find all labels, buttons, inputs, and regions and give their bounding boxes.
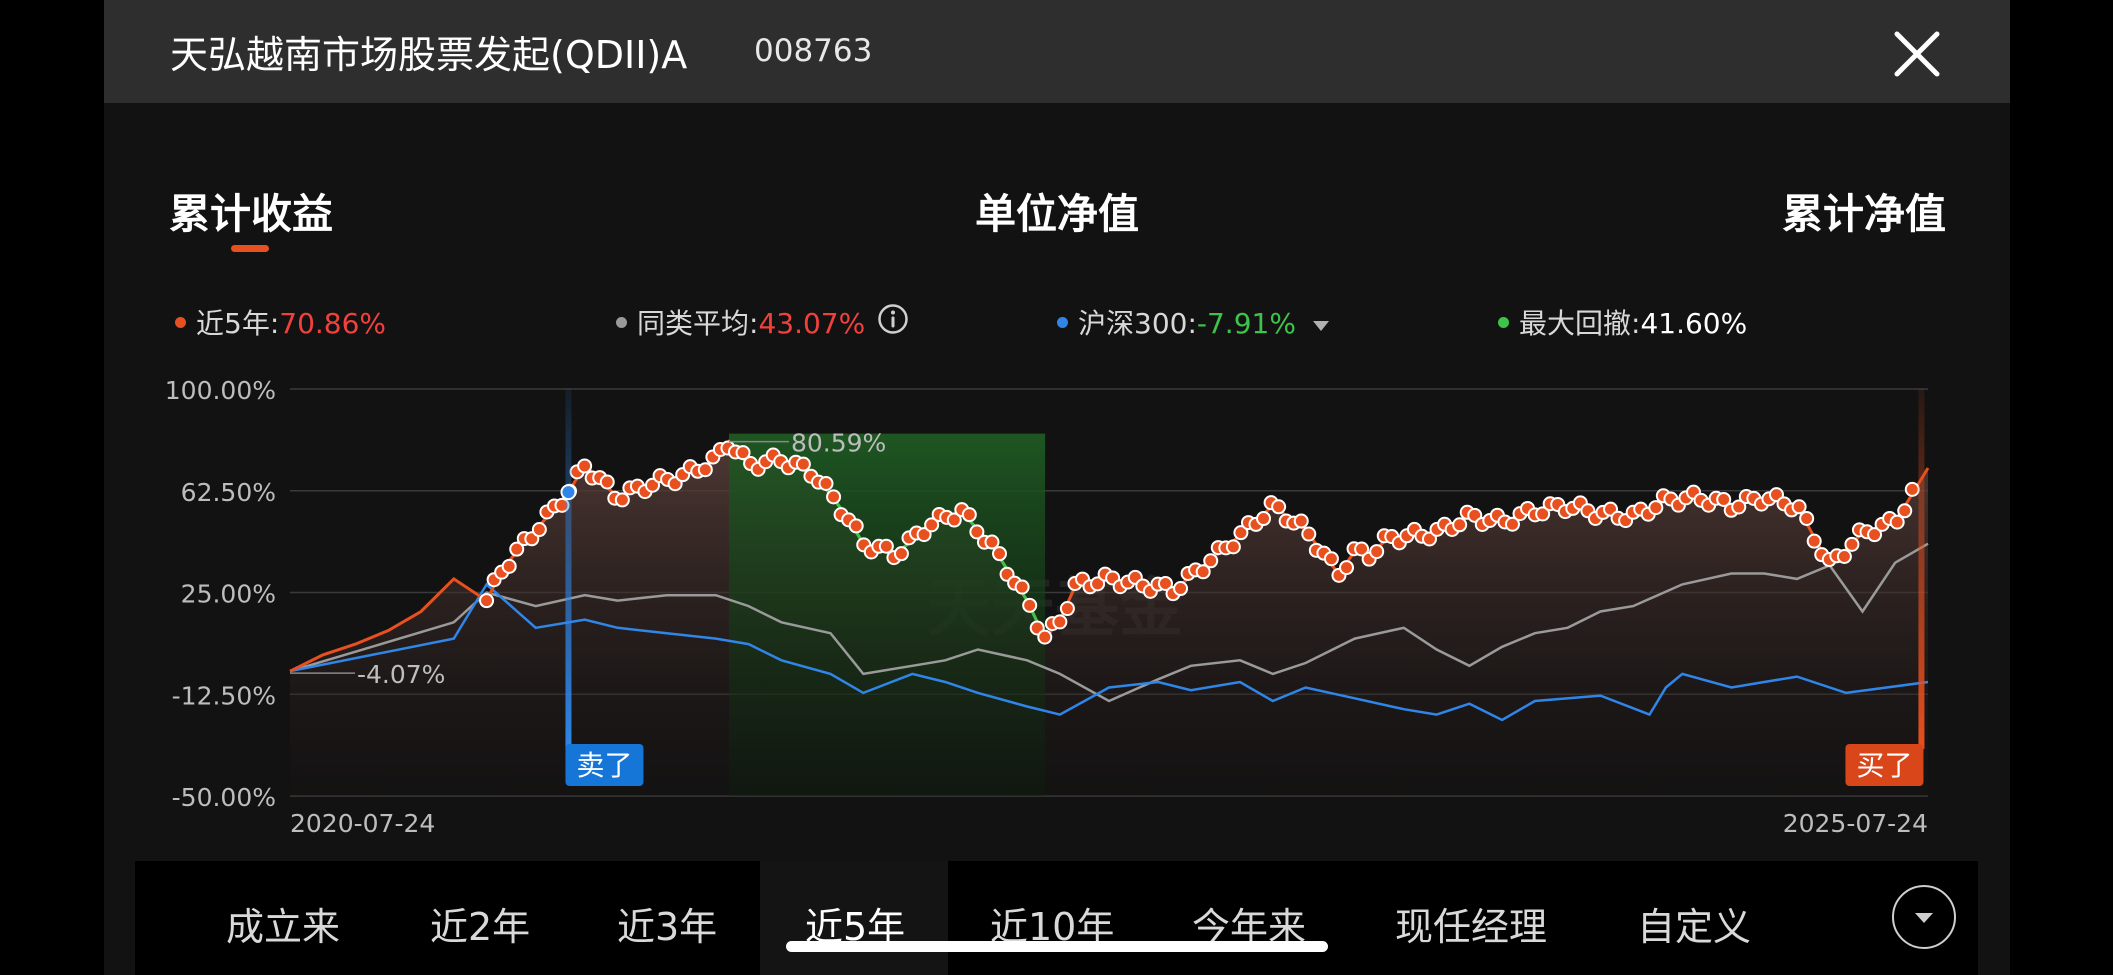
home-indicator	[786, 941, 1328, 952]
sell-marker-line	[565, 389, 572, 749]
trade-marker	[1052, 614, 1068, 630]
trade-marker	[795, 456, 811, 472]
buy-label: 买了	[1856, 749, 1912, 782]
start-label: -4.07%	[357, 660, 445, 689]
trade-marker	[961, 507, 977, 523]
trade-marker	[479, 593, 495, 609]
trade-marker	[984, 534, 1000, 550]
trade-marker	[1173, 581, 1189, 597]
trade-marker	[1836, 548, 1852, 564]
trade-marker	[1059, 601, 1075, 617]
trade-marker	[818, 475, 834, 491]
sell-label: 卖了	[576, 749, 632, 782]
trade-marker	[1014, 579, 1030, 595]
trade-marker	[1225, 539, 1241, 555]
trade-marker	[1791, 499, 1807, 515]
x-start-label: 2020-07-24	[290, 809, 435, 838]
y-tick-label: 25.00%	[181, 580, 276, 609]
trade-marker	[1648, 500, 1664, 516]
return-chart[interactable]: 100.00%62.50%25.00%-12.50%-50.00%天天基金80.…	[0, 0, 2113, 975]
trade-marker	[1904, 481, 1920, 497]
trade-marker	[1293, 513, 1309, 529]
range-tab-3y[interactable]: 近3年	[617, 896, 717, 951]
y-tick-label: 100.00%	[165, 376, 276, 405]
trade-marker	[1256, 511, 1272, 527]
trade-marker	[826, 489, 842, 505]
range-tab-custom[interactable]: 自定义	[1637, 896, 1751, 951]
chevron-down-icon	[1915, 913, 1933, 923]
trade-marker	[992, 546, 1008, 562]
trade-marker	[531, 522, 547, 538]
trade-marker	[1799, 510, 1815, 526]
trade-marker	[697, 462, 713, 478]
peak-label: 80.59%	[791, 429, 886, 458]
trade-marker	[1022, 597, 1038, 613]
trade-marker	[577, 458, 593, 474]
buy-marker-line	[1918, 389, 1925, 749]
trade-marker	[599, 474, 615, 490]
trade-marker	[1339, 560, 1355, 576]
trade-marker	[1203, 553, 1219, 569]
sell-point	[560, 484, 577, 501]
range-tab-since-inception[interactable]: 成立来	[226, 896, 340, 951]
trade-marker	[1897, 503, 1913, 519]
trade-marker	[1323, 551, 1339, 567]
trade-marker	[501, 558, 517, 574]
trade-marker	[1271, 499, 1287, 515]
y-tick-label: -50.00%	[172, 783, 276, 812]
more-ranges-button[interactable]	[1892, 885, 1956, 949]
trade-marker	[1806, 533, 1822, 549]
trade-marker	[1037, 629, 1053, 645]
x-end-label: 2025-07-24	[1783, 809, 1928, 838]
trade-marker	[614, 492, 630, 508]
trade-marker	[1301, 526, 1317, 542]
range-tab-current-manager[interactable]: 现任经理	[1395, 896, 1547, 951]
max-drawdown-band	[728, 433, 1046, 796]
trade-marker	[848, 518, 864, 534]
y-tick-label: 62.50%	[181, 478, 276, 507]
trade-marker	[1844, 536, 1860, 552]
trade-marker	[1369, 544, 1385, 560]
trade-marker	[1452, 517, 1468, 533]
range-tab-2y[interactable]: 近2年	[430, 896, 530, 951]
trade-marker	[893, 546, 909, 562]
y-tick-label: -12.50%	[172, 681, 276, 710]
